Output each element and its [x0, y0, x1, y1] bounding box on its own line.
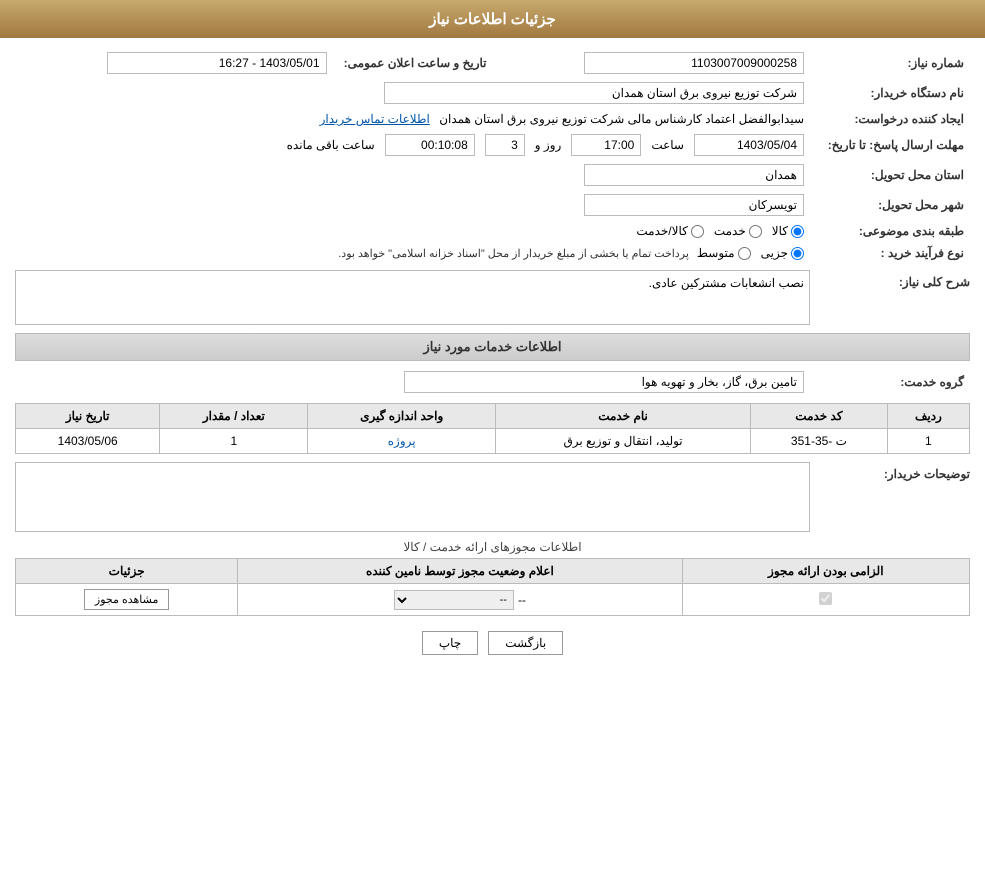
tarikh-value: 1403/05/01 - 16:27 — [15, 48, 333, 78]
col-vahed: واحد اندازه گیری — [308, 404, 496, 429]
tosihaat-box — [15, 462, 810, 532]
mojoz-col-ealam: اعلام وضعیت مجوز توسط نامین کننده — [238, 559, 682, 584]
nooe-farayand-row: جزیی متوسط پرداخت تمام یا بخشی از مبلغ خ… — [15, 242, 810, 264]
eijad-link[interactable]: اطلاعات تماس خریدار — [320, 112, 430, 126]
nooe-farayand-label: نوع فرآیند خرید : — [810, 242, 970, 264]
tosihaat-label: توضیحات خریدار: — [810, 462, 970, 481]
services-row: 1 ت -35-351 تولید، انتقال و توزیع برق پر… — [16, 429, 970, 454]
nooe-jozii-radio[interactable] — [791, 247, 804, 260]
mohlet-label: مهلت ارسال پاسخ: تا تاریخ: — [810, 130, 970, 160]
nooe-farayand-note: پرداخت تمام یا بخشی از مبلغ خریدار از مح… — [338, 247, 689, 260]
col-nam: نام خدمت — [496, 404, 751, 429]
tarikh-label: تاریخ و ساعت اعلان عمومی: — [333, 48, 493, 78]
tabaqeh-kala-khedmat-label: کالا/خدمت — [636, 224, 687, 238]
tosihaat-section: توضیحات خریدار: — [15, 462, 970, 532]
services-table: ردیف کد خدمت نام خدمت واحد اندازه گیری ت… — [15, 403, 970, 454]
col-kod: کد خدمت — [751, 404, 888, 429]
col-radif: ردیف — [887, 404, 969, 429]
tabaqeh-kala[interactable]: کالا — [772, 224, 804, 238]
nooe-jozii[interactable]: جزیی — [761, 246, 804, 260]
nooe-jozii-label: جزیی — [761, 246, 788, 260]
shahr-label: شهر محل تحویل: — [810, 190, 970, 220]
back-button[interactable]: بازگشت — [488, 631, 563, 655]
mojoz-joziyat-cell: مشاهده مجوز — [16, 584, 238, 616]
tabaqeh-kala-khedmat-radio[interactable] — [691, 225, 704, 238]
mojoz-table: الزامی بودن ارائه مجوز اعلام وضعیت مجوز … — [15, 558, 970, 616]
shahr-value: تویسرکان — [15, 190, 810, 220]
shomara-niaz-value: 1103007009000258 — [493, 48, 811, 78]
eijad-label: ایجاد کننده درخواست: — [810, 108, 970, 130]
tabaqeh-kala-label: کالا — [772, 224, 788, 238]
tabaqeh-kala-radio[interactable] — [791, 225, 804, 238]
bottom-buttons: بازگشت چاپ — [15, 631, 970, 655]
cell-nam: تولید، انتقال و توزیع برق — [496, 429, 751, 454]
mojoz-section-label: اطلاعات مجوزهای ارائه خدمت / کالا — [15, 540, 970, 554]
cell-vahed: پروژه — [308, 429, 496, 454]
ostan-label: استان محل تحویل: — [810, 160, 970, 190]
nam-dastgah-value: شرکت توزیع نیروی برق استان همدان — [15, 78, 810, 108]
tarikh-input: 1403/05/01 - 16:27 — [107, 52, 327, 74]
nam-dastgah-input: شرکت توزیع نیروی برق استان همدان — [384, 82, 804, 104]
mojoz-row: -- -- مشاهده مجوز — [16, 584, 970, 616]
mojoz-ealam-value: -- — [518, 593, 526, 607]
tabaqeh-khedmat-radio[interactable] — [749, 225, 762, 238]
sharh-content: نصب انشعابات مشترکین عادی. — [15, 270, 810, 325]
nooe-motovaset-label: متوسط — [697, 246, 735, 260]
gorooh-table: گروه خدمت: تامین برق، گاز، بخار و تهویه … — [15, 367, 970, 397]
page-title: جزئیات اطلاعات نیاز — [429, 11, 556, 28]
shomara-niaz-input: 1103007009000258 — [584, 52, 804, 74]
mohlet-mande-input: 00:10:08 — [385, 134, 475, 156]
tabaqeh-kala-khedmat[interactable]: کالا/خدمت — [636, 224, 703, 238]
tabaqeh-radios: کالا خدمت کالا/خدمت — [15, 220, 810, 242]
nam-dastgah-label: نام دستگاه خریدار: — [810, 78, 970, 108]
gorooh-value: تامین برق، گاز، بخار و تهویه هوا — [15, 367, 810, 397]
eijad-text: سیدابوالفضل اعتماد کارشناس مالی شرکت توز… — [439, 112, 804, 126]
mojoz-ealam-select[interactable]: -- — [394, 590, 514, 610]
ostan-input: همدان — [584, 164, 804, 186]
col-tedad: تعداد / مقدار — [160, 404, 308, 429]
mohlet-saat-input: 17:00 — [571, 134, 641, 156]
mohlet-mande-label: ساعت باقی مانده — [287, 138, 375, 152]
mojoz-elzami-cell — [682, 584, 969, 616]
info-table: شماره نیاز: 1103007009000258 تاریخ و ساع… — [15, 48, 970, 264]
mohlet-roz-label: روز و — [535, 138, 562, 152]
print-button[interactable]: چاپ — [422, 631, 478, 655]
col-tarikh: تاریخ نیاز — [16, 404, 160, 429]
tabaqeh-label: طبقه بندی موضوعی: — [810, 220, 970, 242]
mohlet-saat-label: ساعت — [651, 138, 684, 152]
cell-kod: ت -35-351 — [751, 429, 888, 454]
main-content: شماره نیاز: 1103007009000258 تاریخ و ساع… — [0, 38, 985, 680]
mojoz-view-button[interactable]: مشاهده مجوز — [84, 589, 169, 610]
page-header: جزئیات اطلاعات نیاز — [0, 0, 985, 38]
sharh-box: نصب انشعابات مشترکین عادی. — [15, 270, 810, 325]
khadamat-section-header: اطلاعات خدمات مورد نیاز — [15, 333, 970, 361]
sharh-label: شرح کلی نیاز: — [810, 270, 970, 289]
nooe-motovaset-radio[interactable] — [738, 247, 751, 260]
sharh-value: نصب انشعابات مشترکین عادی. — [649, 276, 804, 290]
shomara-niaz-label: شماره نیاز: — [810, 48, 970, 78]
mojoz-ealam-cell: -- -- — [238, 584, 682, 616]
nooe-motovaset[interactable]: متوسط — [697, 246, 751, 260]
gorooh-label: گروه خدمت: — [810, 367, 970, 397]
shahr-input: تویسرکان — [584, 194, 804, 216]
ostan-value: همدان — [15, 160, 810, 190]
gorooh-input: تامین برق، گاز، بخار و تهویه هوا — [404, 371, 804, 393]
page-wrapper: جزئیات اطلاعات نیاز شماره نیاز: 11030070… — [0, 0, 985, 875]
mohlet-row: 1403/05/04 ساعت 17:00 روز و 3 00:10:08 س… — [15, 130, 810, 160]
cell-radif: 1 — [887, 429, 969, 454]
tosihaat-content — [15, 462, 810, 532]
mojoz-col-elzami: الزامی بودن ارائه مجوز — [682, 559, 969, 584]
cell-tedad: 1 — [160, 429, 308, 454]
mohlet-date-input: 1403/05/04 — [694, 134, 804, 156]
cell-tarikh: 1403/05/06 — [16, 429, 160, 454]
eijad-value: سیدابوالفضل اعتماد کارشناس مالی شرکت توز… — [15, 108, 810, 130]
mojoz-elzami-checkbox[interactable] — [819, 592, 832, 605]
tabaqeh-khedmat-label: خدمت — [714, 224, 746, 238]
tabaqeh-khedmat[interactable]: خدمت — [714, 224, 762, 238]
mohlet-roz-input: 3 — [485, 134, 525, 156]
sharh-section: شرح کلی نیاز: نصب انشعابات مشترکین عادی. — [15, 270, 970, 325]
mojoz-col-joziyat: جزئیات — [16, 559, 238, 584]
